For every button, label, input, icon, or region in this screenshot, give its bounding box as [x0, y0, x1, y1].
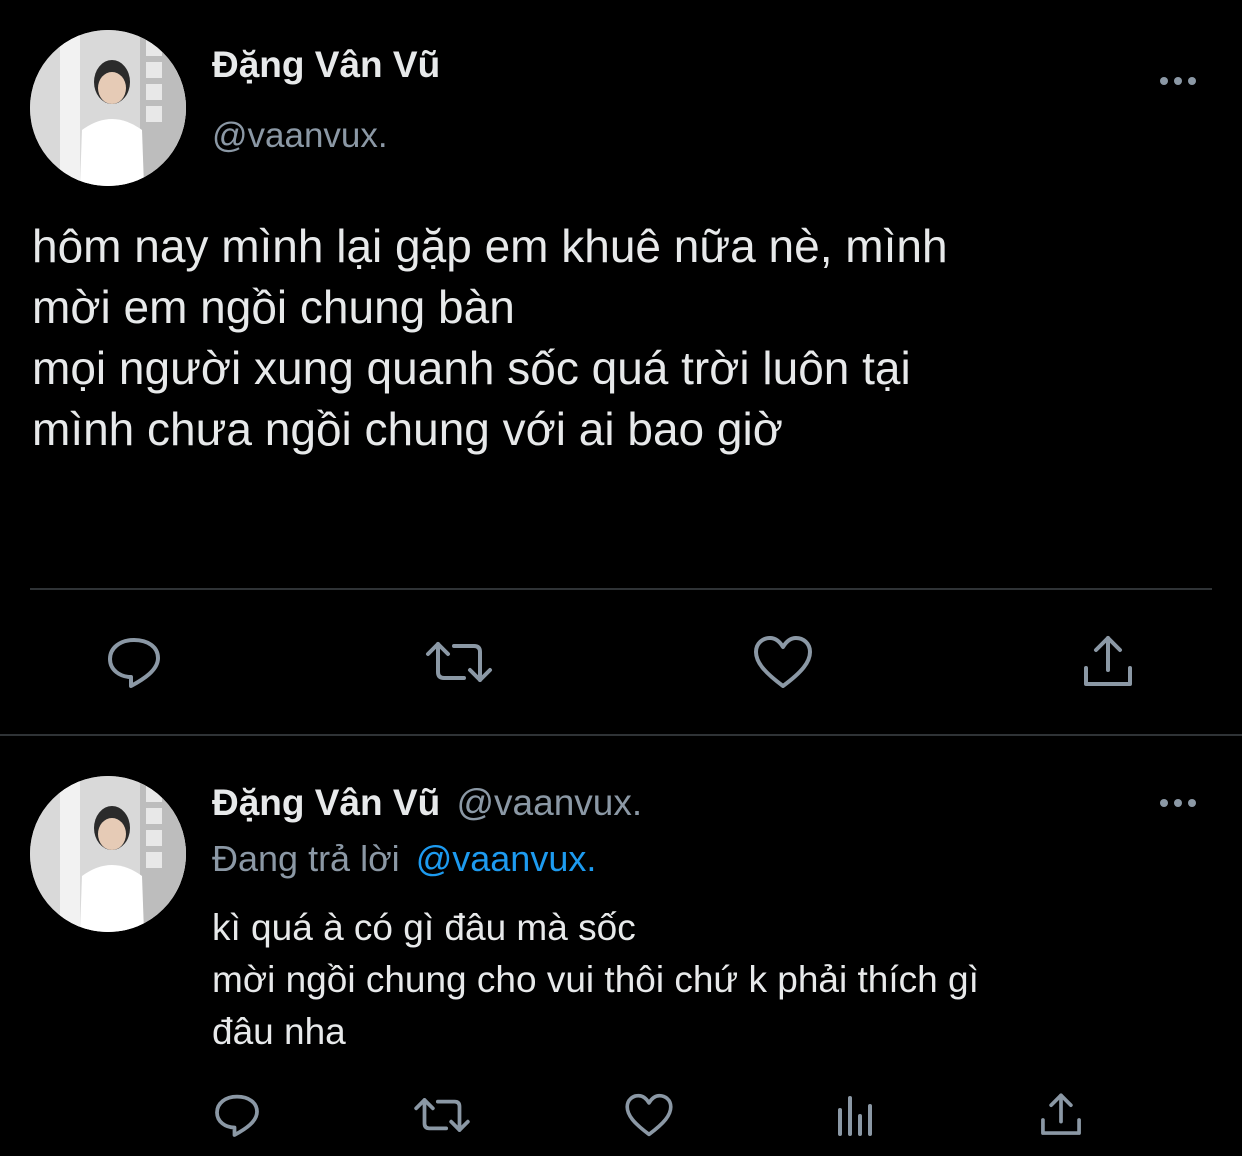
like-button[interactable]: [752, 634, 814, 690]
reply-reply-button[interactable]: [212, 1090, 262, 1140]
dot-icon: [1188, 77, 1196, 85]
analytics-icon: [838, 1096, 872, 1136]
reply-analytics-button[interactable]: [834, 1092, 878, 1138]
reply-button[interactable]: [104, 632, 164, 692]
author-handle[interactable]: @vaanvux.: [212, 116, 388, 156]
avatar-photo: [30, 30, 186, 186]
tweet-text: hôm nay mình lại gặp em khuê nữa nè, mìn…: [32, 220, 948, 455]
share-icon: [1041, 1093, 1081, 1135]
dot-icon: [1174, 799, 1182, 807]
replying-to-link[interactable]: @vaanvux.: [416, 838, 597, 879]
replying-prefix: Đang trả lời: [212, 838, 400, 879]
like-icon: [754, 636, 812, 688]
author-avatar[interactable]: [30, 30, 186, 186]
dot-icon: [1188, 799, 1196, 807]
share-button[interactable]: [1080, 634, 1136, 690]
reply-share-button[interactable]: [1038, 1092, 1084, 1138]
dot-icon: [1174, 77, 1182, 85]
avatar-photo: [30, 776, 186, 932]
reply-icon: [215, 1094, 259, 1137]
dot-icon: [1160, 77, 1168, 85]
reply-more-options-button[interactable]: [1160, 799, 1196, 807]
reply-author-avatar[interactable]: [30, 776, 186, 932]
author-name[interactable]: Đặng Vân Vũ: [212, 44, 440, 86]
share-icon: [1084, 636, 1132, 686]
reply-author-handle[interactable]: @vaanvux.: [456, 782, 642, 823]
more-options-button[interactable]: [1160, 77, 1196, 85]
retweet-button[interactable]: [424, 632, 494, 692]
retweet-icon: [426, 642, 492, 682]
divider: [30, 588, 1212, 590]
reply-header: Đặng Vân Vũ @vaanvux.: [212, 782, 642, 824]
divider: [0, 734, 1242, 736]
reply-author-name[interactable]: Đặng Vân Vũ: [212, 782, 440, 823]
reply-retweet-button[interactable]: [412, 1090, 472, 1140]
reply-icon: [108, 638, 160, 688]
reply-text: kì quá à có gì đâu mà sốc mời ngồi chung…: [212, 907, 979, 1052]
reply-like-button[interactable]: [624, 1092, 674, 1138]
replying-to: Đang trả lời @vaanvux.: [212, 838, 596, 880]
dot-icon: [1160, 799, 1168, 807]
retweet-icon: [414, 1098, 470, 1132]
like-icon: [625, 1093, 673, 1137]
